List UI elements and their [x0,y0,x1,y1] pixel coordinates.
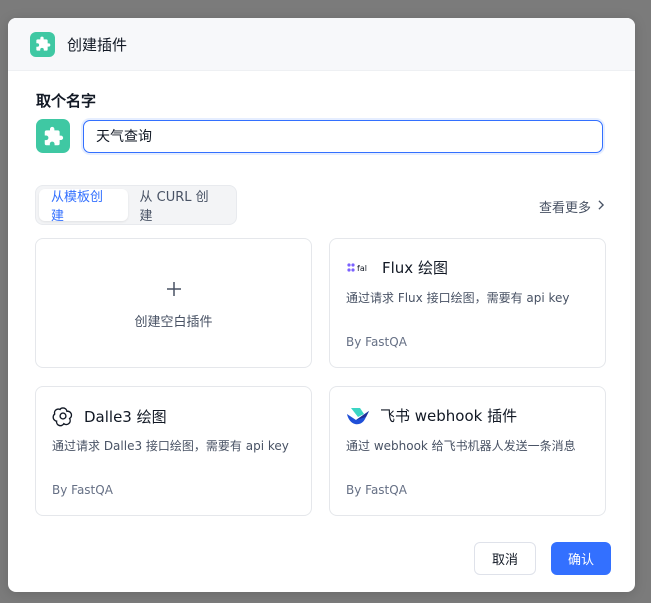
template-author: By FastQA [346,335,407,349]
view-more-link[interactable]: 查看更多 [539,197,605,216]
feishu-logo-icon [346,406,370,426]
template-title: Flux 绘图 [382,259,448,277]
tab-from-template[interactable]: 从模板创建 [39,189,128,224]
template-title: Dalle3 绘图 [84,407,167,426]
template-desc: 通过 webhook 给飞书机器人发送一条消息 [346,439,576,453]
template-author: By FastQA [346,483,407,497]
template-card-dalle3[interactable]: Dalle3 绘图 通过请求 Dalle3 接口绘图，需要有 api key B… [35,386,312,516]
cancel-button[interactable]: 取消 [474,542,536,575]
tab-from-curl[interactable]: 从 CURL 创建 [128,189,234,224]
chevron-right-icon [597,199,605,214]
flux-logo-text: fal [357,264,367,273]
blank-plugin-label: 创建空白插件 [134,314,213,330]
create-blank-plugin-card[interactable]: 创建空白插件 [35,238,312,368]
name-row [36,119,603,153]
dialog-footer: 取消 确认 [474,542,611,575]
create-mode-tabs: 从模板创建 从 CURL 创建 [35,185,237,225]
template-title: 飞书 webhook 插件 [380,407,518,425]
puzzle-icon [30,31,55,57]
name-label: 取个名字 [36,92,97,110]
template-card-flux[interactable]: fal Flux 绘图 通过请求 Flux 接口绘图，需要有 api key B… [329,238,606,368]
view-more-label: 查看更多 [538,201,591,216]
plugin-name-input[interactable] [83,119,603,153]
create-plugin-dialog: 创建插件 取个名字 从模板创建 从 CURL 创建 查看更多 创建空白插件 [8,18,635,592]
plus-icon [166,277,182,301]
template-desc: 通过请求 Dalle3 接口绘图，需要有 api key [52,439,289,453]
template-author: By FastQA [52,483,113,497]
template-card-feishu-webhook[interactable]: 飞书 webhook 插件 通过 webhook 给飞书机器人发送一条消息 By… [329,386,606,516]
puzzle-icon [44,126,63,145]
template-desc: 通过请求 Flux 接口绘图，需要有 api key [346,291,570,305]
flux-logo-icon: fal [346,261,372,275]
openai-logo-icon [52,405,74,427]
plugin-avatar-button[interactable] [36,119,70,153]
dialog-title: 创建插件 [67,35,128,54]
dialog-header: 创建插件 [8,18,635,71]
confirm-button[interactable]: 确认 [551,542,611,575]
